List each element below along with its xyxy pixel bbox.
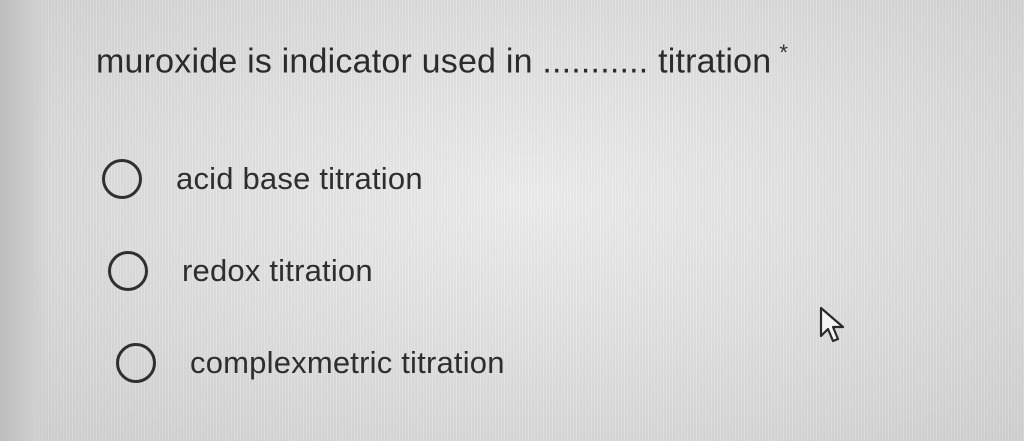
- required-marker: *: [779, 40, 789, 65]
- option-label: complexmetric titration: [190, 345, 505, 380]
- option-complexmetric-titration[interactable]: complexmetric titration: [116, 343, 505, 383]
- option-acid-base-titration[interactable]: acid base titration: [102, 159, 423, 199]
- option-label: acid base titration: [176, 161, 423, 196]
- question-title: muroxide is indicator used in ..........…: [96, 40, 788, 81]
- question-text: muroxide is indicator used in ..........…: [96, 42, 772, 81]
- option-label: redox titration: [182, 253, 373, 288]
- option-redox-titration[interactable]: redox titration: [108, 251, 373, 291]
- screen-edge-shadow: [0, 0, 48, 441]
- arrow-cursor-icon: [819, 306, 845, 343]
- radio-button[interactable]: [108, 251, 148, 291]
- radio-button[interactable]: [116, 343, 156, 383]
- radio-button[interactable]: [102, 159, 142, 199]
